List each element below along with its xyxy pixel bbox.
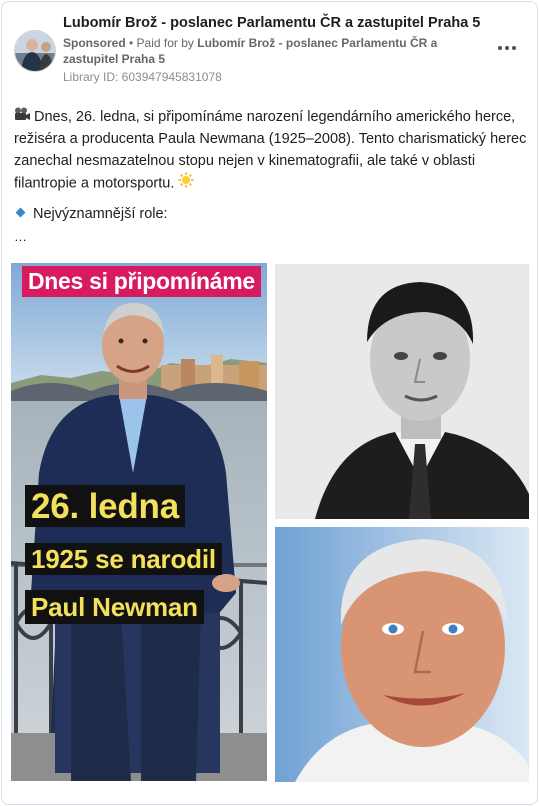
caption-born: 1925 se narodil (25, 543, 222, 575)
ad-image-color-portrait[interactable] (275, 527, 529, 782)
post-text: Dnes, 26. ledna, si připomínáme narození… (14, 106, 529, 195)
ad-image-bw-portrait[interactable] (275, 264, 529, 519)
sponsor-line: Sponsored • Paid for by Lubomír Brož - p… (63, 35, 483, 67)
film-camera-icon (14, 106, 34, 128)
roles-heading: Nejvýznamnější role: (14, 206, 168, 222)
roles-heading-text: Nejvýznamnější role: (33, 206, 168, 222)
post-paragraph: Dnes, 26. ledna, si připomínáme narození… (14, 109, 527, 192)
page-name-link[interactable]: Lubomír Brož - poslanec Parlamentu ČR a … (63, 15, 480, 31)
paid-for-prefix: Paid for by (136, 36, 198, 50)
sun-icon (178, 172, 194, 195)
caption-date: 26. ledna (25, 485, 185, 527)
see-more-link[interactable]: … (14, 229, 27, 244)
separator: • (125, 36, 137, 50)
caption-name: Paul Newman (25, 590, 204, 624)
more-horizontal-icon (498, 46, 502, 50)
blue-diamond-icon (15, 207, 26, 218)
ad-image-left[interactable]: Dnes si připomínáme 26. ledna 1925 se na… (11, 263, 267, 781)
sponsored-label: Sponsored (63, 36, 126, 50)
avatar[interactable] (14, 30, 56, 72)
more-dot (512, 46, 516, 50)
ad-card: Lubomír Brož - poslanec Parlamentu ČR a … (1, 1, 538, 805)
library-id: Library ID: 603947945831078 (63, 70, 222, 84)
image-banner: Dnes si připomínáme (22, 266, 261, 297)
more-dot (505, 46, 509, 50)
more-options-button[interactable] (495, 38, 519, 58)
